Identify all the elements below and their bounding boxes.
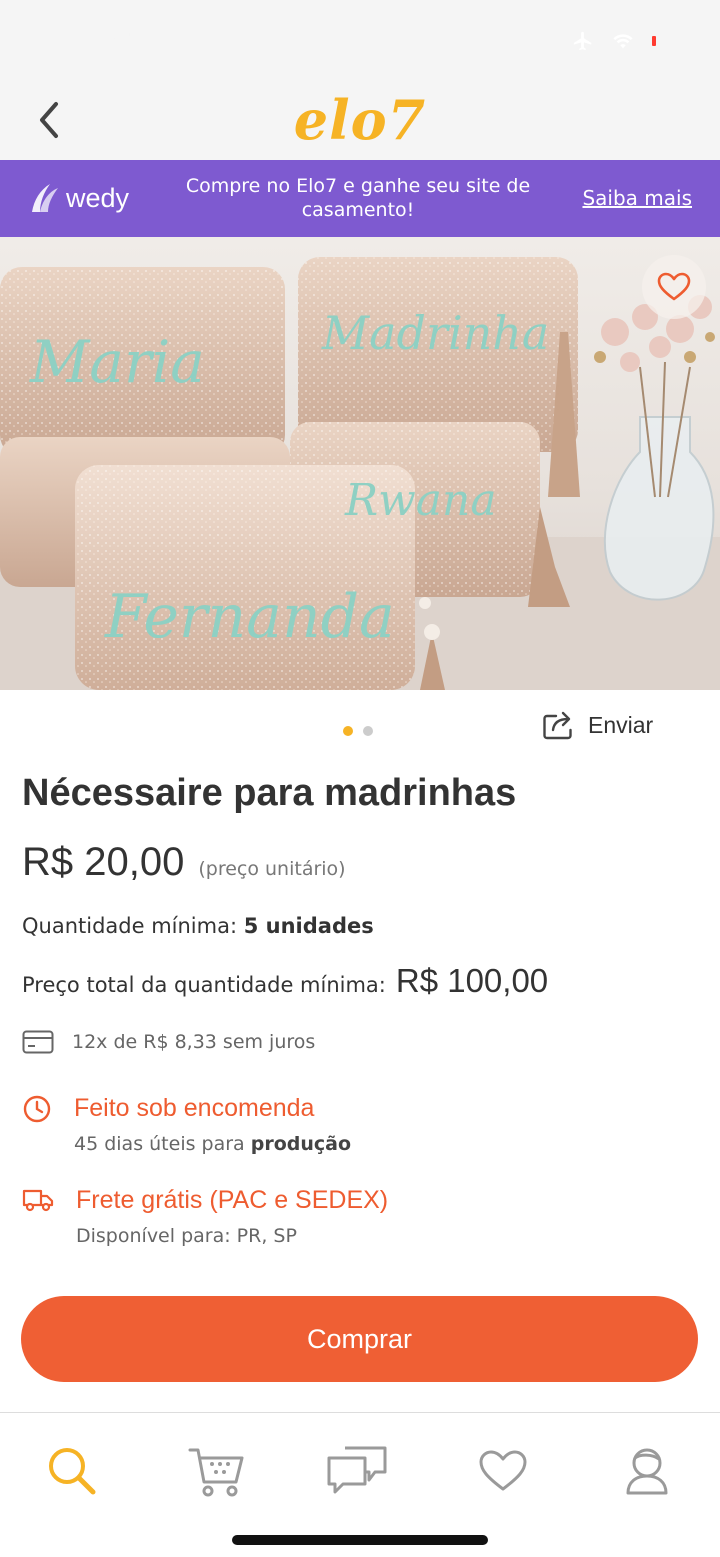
status-icons	[570, 30, 672, 52]
credit-card-icon	[22, 1030, 54, 1054]
promo-text-part: e ganhe seu	[337, 175, 467, 197]
minimum-total: Preço total da quantidade mínima: R$ 100…	[22, 962, 548, 1000]
installments-text: 12x de R$ 8,33 sem juros	[72, 1031, 316, 1053]
made-to-order-title: Feito sob encomenda	[74, 1094, 315, 1122]
truck-icon	[22, 1189, 54, 1212]
promo-text-part: Compre no	[185, 175, 297, 197]
share-button[interactable]: Enviar	[542, 710, 653, 740]
shipping-text: Frete grátis (PAC e SEDEX) Disponível pa…	[76, 1186, 388, 1247]
share-icon	[543, 711, 572, 740]
battery-icon	[650, 34, 672, 48]
pager-dot[interactable]	[363, 726, 373, 736]
search-icon	[49, 1448, 96, 1495]
shipping-title: Frete grátis (PAC e SEDEX)	[76, 1186, 389, 1214]
bag-name-fernanda: Fernanda	[104, 582, 395, 652]
wedy-promo-banner[interactable]: wedy Compre no Elo7 e ganhe seu site de …	[0, 160, 720, 237]
price-row: R$ 20,00 (preço unitário)	[22, 840, 346, 885]
product-title: Nécessaire para madrinhas	[22, 772, 517, 814]
profile-icon	[626, 1448, 668, 1495]
pager-dot-active[interactable]	[343, 726, 353, 736]
app-header: elo7	[0, 80, 720, 160]
wedy-brand-name: wedy	[66, 182, 130, 213]
made-to-order-text: Feito sob encomenda 45 dias úteis para p…	[74, 1094, 351, 1155]
wifi-icon	[613, 34, 633, 49]
made-to-order-info: Feito sob encomenda 45 dias úteis para p…	[22, 1094, 351, 1155]
shipping-info: Frete grátis (PAC e SEDEX) Disponível pa…	[22, 1186, 388, 1247]
product-photo: Maria Madrinha Rwana Fernanda	[0, 257, 720, 690]
bag-name-rwana: Rwana	[344, 475, 497, 526]
status-bar: 17:51	[0, 0, 720, 80]
heart-icon	[479, 1450, 527, 1491]
nav-cart[interactable]	[180, 1443, 252, 1499]
share-label: Enviar	[588, 711, 654, 738]
heart-icon	[657, 272, 691, 301]
min-qty-label: Quantidade mínima:	[22, 914, 238, 938]
unit-price: R$ 20,00	[22, 840, 185, 884]
airplane-mode-icon	[573, 31, 592, 51]
nav-search[interactable]	[36, 1443, 108, 1499]
saiba-mais-link[interactable]: Saiba mais	[582, 186, 692, 210]
installments: 12x de R$ 8,33 sem juros	[22, 1030, 315, 1054]
elo7-logo[interactable]: elo7	[0, 88, 720, 152]
min-qty-value: 5 unidades	[243, 914, 374, 938]
buy-button[interactable]: Comprar	[21, 1296, 698, 1382]
nav-profile[interactable]	[611, 1443, 683, 1499]
favorite-button[interactable]	[642, 255, 706, 319]
wedy-brand: wedy	[26, 180, 129, 216]
bag-name-maria: Maria	[29, 328, 205, 396]
total-label: Preço total da quantidade mínima:	[22, 973, 386, 997]
carousel-pager	[343, 726, 373, 736]
promo-text: Compre no Elo7 e ganhe seu site de casam…	[168, 174, 548, 222]
production-time-strong: produção	[250, 1133, 352, 1155]
home-indicator[interactable]	[232, 1535, 488, 1545]
wedy-logo-icon	[32, 184, 58, 212]
production-time-prefix: 45 dias úteis para	[74, 1133, 251, 1155]
minimum-quantity: Quantidade mínima: 5 unidades	[22, 914, 374, 938]
total-value: R$ 100,00	[395, 962, 549, 999]
nav-favorites[interactable]	[467, 1443, 539, 1499]
unit-price-note: (preço unitário)	[198, 858, 346, 880]
product-image-carousel[interactable]: Maria Madrinha Rwana Fernanda	[0, 237, 720, 690]
messages-icon	[327, 1446, 387, 1494]
bag-name-madrinha: Madrinha	[321, 306, 549, 360]
shipping-availability: Disponível para: PR, SP	[76, 1225, 297, 1247]
nav-messages[interactable]	[322, 1443, 394, 1499]
status-time: 17:51	[58, 28, 146, 58]
production-time: 45 dias úteis para produção	[74, 1133, 351, 1155]
promo-text-highlight: Elo7	[296, 175, 338, 197]
clock-icon	[23, 1095, 51, 1123]
cart-icon	[188, 1448, 244, 1497]
